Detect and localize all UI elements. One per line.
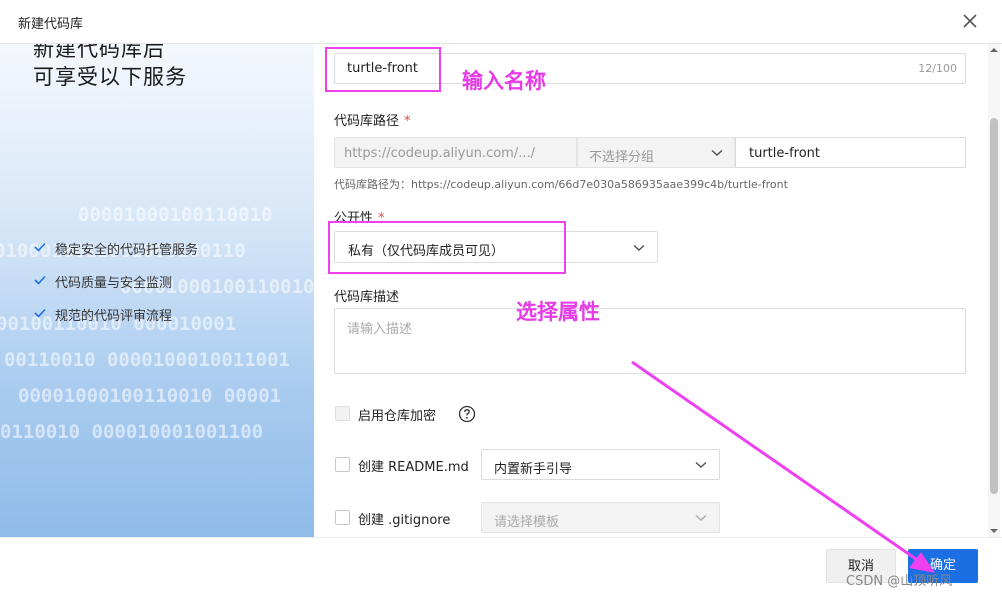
description-textarea[interactable]: 请输入描述 — [334, 308, 966, 374]
binary-decoration: 00001000100110010 00001 — [18, 385, 282, 407]
binary-decoration: 00001000100110010 — [78, 204, 273, 226]
close-icon[interactable] — [955, 6, 985, 36]
required-mark: * — [404, 114, 411, 129]
readme-template-select[interactable]: 内置新手引导 — [481, 449, 720, 480]
char-counter: 12/100 — [918, 62, 957, 75]
gitignore-checkbox[interactable] — [335, 510, 350, 525]
binary-decoration: 00110010 0000100010011001 — [4, 349, 290, 371]
annotation-box-name — [325, 47, 441, 92]
check-icon — [34, 242, 46, 252]
scroll-down-icon[interactable] — [989, 527, 999, 535]
readme-template-value: 内置新手引导 — [494, 462, 573, 477]
promo-panel: 00001000100110010 0100010011001000100110… — [0, 44, 314, 537]
encrypt-label: 启用仓库加密 — [358, 409, 437, 424]
path-hint: 代码库路径为：https://codeup.aliyun.com/66d7e03… — [334, 178, 788, 191]
binary-decoration: 0110010 000010001001100 — [0, 421, 264, 443]
repo-path-label: 代码库路径 * — [334, 114, 411, 129]
readme-checkbox[interactable] — [335, 457, 350, 472]
description-placeholder: 请输入描述 — [347, 322, 413, 337]
gitignore-label: 创建 .gitignore — [358, 513, 451, 528]
feature-label: 代码质量与安全监测 — [55, 276, 173, 291]
readme-label: 创建 README.md — [358, 460, 469, 475]
encrypt-checkbox[interactable] — [335, 406, 350, 421]
group-select[interactable]: 不选择分组 — [577, 137, 735, 168]
annotation-visibility-note: 选择属性 — [516, 300, 600, 324]
chevron-down-icon — [695, 514, 707, 522]
feature-label: 规范的代码评审流程 — [55, 309, 173, 324]
group-select-placeholder: 不选择分组 — [589, 150, 655, 165]
feature-label: 稳定安全的代码托管服务 — [55, 243, 199, 258]
description-label: 代码库描述 — [334, 290, 400, 305]
path-name-input[interactable]: turtle-front — [735, 137, 966, 168]
check-icon — [34, 275, 46, 285]
annotation-box-visibility — [328, 221, 566, 274]
promo-title-line2: 可享受以下服务 — [33, 65, 187, 89]
scrollbar-thumb[interactable] — [990, 118, 998, 494]
dialog-title: 新建代码库 — [18, 17, 84, 32]
watermark: CSDN @山顶听风 — [846, 574, 953, 589]
check-icon — [34, 308, 46, 318]
gitignore-template-select[interactable]: 请选择模板 — [481, 502, 720, 533]
gitignore-template-placeholder: 请选择模板 — [494, 515, 560, 530]
help-icon[interactable] — [458, 405, 476, 423]
scroll-up-icon[interactable] — [989, 46, 999, 54]
path-prefix-field: https://codeup.aliyun.com/.../ — [334, 137, 577, 168]
dialog-header: 新建代码库 — [0, 0, 1002, 44]
chevron-down-icon — [695, 461, 707, 469]
chevron-down-icon — [711, 149, 723, 157]
chevron-down-icon — [633, 244, 645, 252]
annotation-name-note: 输入名称 — [462, 69, 546, 93]
